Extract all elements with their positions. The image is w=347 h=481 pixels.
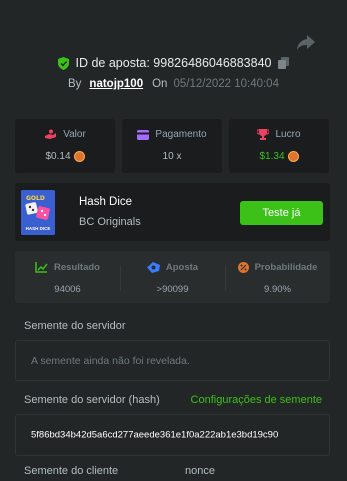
thumbnail-text: HASH DICE (25, 226, 51, 231)
server-seed-label: Semente do servidor (24, 320, 126, 332)
stat-value: $1.34 (259, 151, 285, 162)
chip-icon (146, 262, 160, 273)
seed-settings-link[interactable]: Configurações de semente (191, 394, 322, 406)
bet-date: 05/12/2022 10:40:04 (173, 78, 279, 90)
stat-pagamento: Pagamento 10 x (122, 119, 222, 173)
by-label: By (68, 78, 82, 90)
nonce-label: nonce (185, 465, 215, 477)
author-row: By natojp100 On 05/12/2022 10:40:04 (0, 76, 347, 92)
stat-value: $0.14 (45, 151, 71, 162)
result-panel: Resultado 94006 Aposta >90099 Probabilid… (15, 251, 330, 303)
client-seed-label: Semente do cliente (24, 465, 119, 477)
stat-lucro: Lucro $1.34 (229, 119, 329, 173)
stat-label: Pagamento (155, 129, 207, 140)
result-resultado: Resultado 94006 (15, 251, 120, 303)
trophy-icon (257, 129, 270, 140)
result-aposta: Aposta >90099 (120, 251, 225, 303)
result-label: Probabilidade (254, 262, 318, 273)
shield-check-icon (58, 56, 70, 70)
bet-id: ID de aposta: 99826486046883840 (75, 56, 272, 70)
coin-icon (287, 151, 299, 162)
game-provider: BC Originals (79, 216, 141, 228)
on-label: On (152, 78, 168, 90)
game-card: GOLD HASH DICE Hash Dice BC Originals Te… (15, 183, 330, 241)
server-seed-value: A semente ainda não foi revelada. (31, 354, 190, 367)
bet-hand-icon (45, 129, 57, 139)
svg-text:GOLD: GOLD (26, 195, 45, 202)
server-hash-label: Semente do servidor (hash) (24, 394, 160, 406)
username-link[interactable]: natojp100 (89, 78, 143, 90)
result-probabilidade: Probabilidade 9.90% (225, 251, 330, 303)
card-icon (137, 129, 150, 140)
stat-label: Valor (63, 129, 86, 140)
result-label: Aposta (165, 262, 199, 273)
result-label: Resultado (54, 262, 100, 273)
coin-icon (73, 151, 85, 162)
stat-value: 10 x (162, 151, 182, 162)
server-hash-value: 5f86bd34b42d5a6cd277aeede361e1f0a222ab1e… (31, 429, 279, 441)
try-now-button[interactable]: Teste já (240, 201, 323, 225)
stat-valor: Valor $0.14 (15, 119, 115, 173)
chart-icon (35, 262, 48, 273)
result-value: >90099 (156, 284, 189, 295)
game-name: Hash Dice (79, 196, 133, 208)
server-seed-field[interactable]: A semente ainda não foi revelada. (15, 340, 330, 381)
share-icon[interactable] (296, 33, 316, 51)
game-thumbnail[interactable]: GOLD HASH DICE (21, 190, 55, 235)
copy-icon[interactable] (277, 57, 289, 69)
result-value: 9.90% (264, 284, 291, 295)
percent-icon (237, 262, 249, 273)
result-value: 94006 (54, 284, 81, 295)
server-hash-field[interactable]: 5f86bd34b42d5a6cd277aeede361e1f0a222ab1e… (15, 414, 330, 456)
bet-id-row: ID de aposta: 99826486046883840 (0, 54, 347, 72)
stat-label: Lucro (275, 129, 301, 140)
